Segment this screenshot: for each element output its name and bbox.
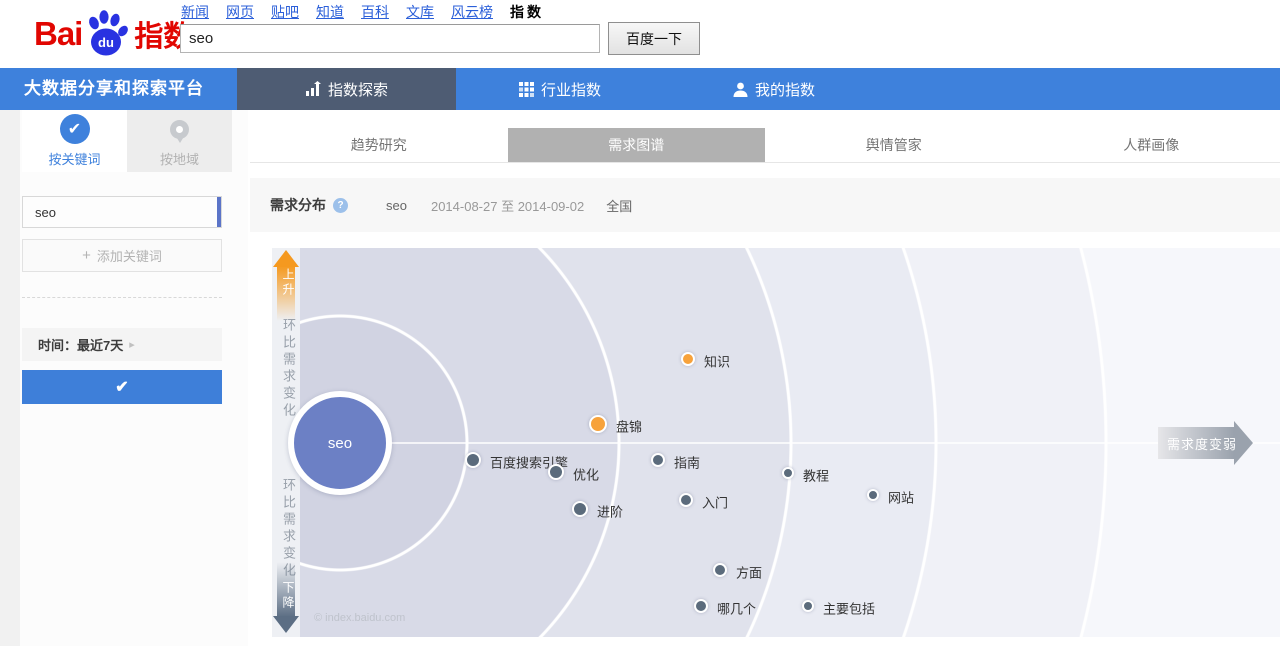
svg-text:du: du: [98, 35, 114, 50]
sidebar-tab-label: 按关键词: [48, 149, 100, 168]
chart-point-dot[interactable]: [679, 493, 693, 507]
nav-item-label: 我的指数: [755, 79, 815, 100]
tab-audience-profile[interactable]: 人群画像: [1023, 128, 1280, 162]
sidebar-tab-by-region[interactable]: 按地域: [127, 110, 232, 172]
chart-point-label: 哪几个: [717, 599, 756, 618]
chart-point-label: 优化: [573, 465, 599, 484]
baidu-search-button[interactable]: 百度一下: [608, 22, 700, 55]
location-pin-icon: [165, 114, 195, 144]
content-tab-bar: 趋势研究 需求图谱 舆情管家 人群画像: [250, 128, 1280, 163]
panel-keyword: seo: [386, 198, 407, 213]
tab-sentiment-manager[interactable]: 舆情管家: [765, 128, 1023, 162]
chart-point-dot[interactable]: [681, 352, 695, 366]
nav-item-my-index[interactable]: 我的指数: [664, 68, 884, 110]
tab-trend-research[interactable]: 趋势研究: [250, 128, 508, 162]
person-icon: [733, 82, 748, 97]
tab-demand-map[interactable]: 需求图谱: [508, 128, 766, 162]
baidu-index-page: Bai du 指数 新闻 网页 贴吧 知道 百科 文库 风云榜 指数: [0, 0, 1280, 646]
chart-point-dot[interactable]: [589, 415, 607, 433]
nav-item-label: 指数探索: [328, 79, 388, 100]
chart-point-label: 入门: [702, 493, 728, 512]
chart-point-label: 指南: [674, 453, 700, 472]
add-keyword-button[interactable]: + 添加关键词: [22, 239, 222, 272]
chevron-right-icon: ▸: [129, 338, 135, 351]
x-axis-arrow: 需求度变弱: [1158, 427, 1253, 459]
chart-point-label: 进阶: [597, 502, 623, 521]
panel-header: 需求分布 ? seo 2014-08-27 至 2014-09-02 全国: [250, 178, 1280, 232]
chart-point-dot[interactable]: [572, 501, 588, 517]
up-arrow-icon: [273, 250, 299, 267]
top-link-zhidao[interactable]: 知道: [316, 2, 344, 22]
keyword-input-wrap: [22, 196, 222, 228]
check-icon: ✔: [115, 379, 128, 396]
nav-item-index-explore[interactable]: 指数探索: [237, 68, 456, 110]
demand-map-chart: 上升 环比需求变化 环比需求变化 下降 seo 需求度变弱 知识盘锦百度搜索引擎…: [272, 248, 1280, 637]
top-link-index-current: 指数: [510, 2, 544, 22]
chart-point-dot[interactable]: [548, 464, 564, 480]
baidu-logo[interactable]: Bai du 指数: [34, 6, 192, 62]
sidebar-tabs: ✔ 按关键词 按地域: [22, 110, 232, 172]
time-filter-label: 时间：最近7天: [38, 335, 123, 354]
y-axis-down-label: 下降: [280, 581, 297, 611]
top-nav-links: 新闻 网页 贴吧 知道 百科 文库 风云榜 指数: [181, 2, 544, 22]
time-filter[interactable]: 时间：最近7天 ▸: [22, 328, 222, 361]
chart-point-dot[interactable]: [713, 563, 727, 577]
add-keyword-label: 添加关键词: [97, 246, 162, 265]
top-link-news[interactable]: 新闻: [181, 2, 209, 22]
center-keyword-bubble[interactable]: seo: [288, 391, 392, 495]
panel-region: 全国: [606, 196, 632, 215]
panel-date-range: 2014-08-27 至 2014-09-02: [431, 196, 584, 215]
top-link-fengyunbang[interactable]: 风云榜: [451, 2, 493, 22]
keyword-input-accent: [217, 197, 221, 227]
chart-center-line: [340, 442, 1280, 444]
top-header: Bai du 指数 新闻 网页 贴吧 知道 百科 文库 风云榜 指数: [0, 0, 1280, 68]
top-link-baike[interactable]: 百科: [361, 2, 389, 22]
sidebar-divider: [22, 297, 222, 298]
x-axis-label: 需求度变弱: [1164, 427, 1240, 459]
help-icon[interactable]: ?: [333, 198, 348, 213]
panel-title: 需求分布: [270, 195, 326, 215]
chart-point-label: 方面: [736, 563, 762, 582]
chart-point-dot[interactable]: [802, 600, 814, 612]
sidebar: ✔ 按关键词 按地域 + 添加关键词 时间：最近7天 ▸ ✔: [0, 110, 248, 646]
chart-point-label: 知识: [704, 352, 730, 371]
chart-point-label: 盘锦: [616, 417, 642, 436]
sidebar-tab-label: 按地域: [160, 149, 199, 168]
y-axis-up-label: 上升: [280, 268, 297, 298]
confirm-button[interactable]: ✔: [22, 370, 222, 404]
chart-point-dot[interactable]: [694, 599, 708, 613]
nav-item-industry-index[interactable]: 行业指数: [456, 68, 664, 110]
chart-point-dot[interactable]: [782, 467, 794, 479]
plus-icon: +: [82, 247, 91, 264]
chart-point-label: 教程: [803, 466, 829, 485]
bar-chart-icon: [305, 81, 321, 97]
top-link-web[interactable]: 网页: [226, 2, 254, 22]
sidebar-tab-by-keyword[interactable]: ✔ 按关键词: [22, 110, 127, 172]
baidu-paw-icon: du: [84, 9, 130, 59]
chart-point-dot[interactable]: [651, 453, 665, 467]
chart-point-dot[interactable]: [867, 489, 879, 501]
search-input[interactable]: [180, 24, 600, 53]
edit-check-icon: ✔: [60, 114, 90, 144]
main-nav-bar: 大数据分享和探索平台 指数探索 行业指数: [0, 68, 1280, 110]
chart-point-label: 网站: [888, 488, 914, 507]
down-arrow-icon: [273, 616, 299, 633]
y-axis-label-top: 环比需求变化: [279, 318, 298, 420]
keyword-input[interactable]: [23, 197, 221, 227]
nav-item-label: 行业指数: [541, 79, 601, 100]
watermark: © index.baidu.com: [314, 612, 405, 624]
chart-point-label: 主要包括: [823, 599, 875, 618]
grid-icon: [519, 82, 534, 97]
top-link-wenku[interactable]: 文库: [406, 2, 434, 22]
platform-title: 大数据分享和探索平台: [0, 68, 237, 110]
chart-point-dot[interactable]: [465, 452, 481, 468]
sidebar-gutter: [0, 110, 20, 646]
top-link-tieba[interactable]: 贴吧: [271, 2, 299, 22]
logo-bai-text: Bai: [34, 15, 82, 53]
